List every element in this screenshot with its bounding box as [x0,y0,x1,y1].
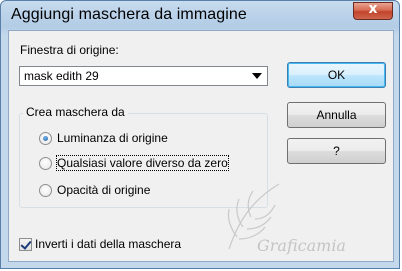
source-window-value: mask edith 29 [24,69,99,83]
radio-source-luminance[interactable]: Luminanza di origine [39,130,168,146]
close-button[interactable]: x [353,1,393,20]
radio-button-checked[interactable] [39,131,52,145]
radio-button[interactable] [39,156,52,170]
watermark-text: Graficamia [257,236,346,255]
radio-button[interactable] [39,183,52,197]
radio-any-nonzero[interactable]: Qualsiasi valore diverso da zero [39,155,229,171]
radio-label-nonzero: Qualsiasi valore diverso da zero [56,155,229,171]
dialog-body: Finestra di origine: mask edith 29 Crea … [8,30,394,262]
source-window-label: Finestra di origine: [20,43,119,57]
invert-mask-checkbox[interactable] [19,237,32,251]
radio-label-opacity: Opacità di origine [57,183,151,197]
cancel-button[interactable]: Annulla [287,102,386,128]
dialog-title: Aggiungi maschera da immagine [11,6,247,23]
radio-label-luminance: Luminanza di origine [57,131,168,145]
chevron-down-icon [252,73,262,79]
dialog-window: Aggiungi maschera da immagine x Finestra… [0,0,400,269]
title-bar[interactable]: Aggiungi maschera da immagine x [1,1,399,30]
source-window-dropdown[interactable]: mask edith 29 [19,66,268,86]
ok-button[interactable]: OK [287,62,386,88]
radio-source-opacity[interactable]: Opacità di origine [39,182,150,198]
help-button[interactable]: ? [287,138,386,164]
invert-mask-label: Inverti i dati della maschera [35,237,182,251]
invert-mask-option[interactable]: Inverti i dati della maschera [19,236,181,252]
close-icon: x [368,1,378,17]
create-mask-from-title: Crea maschera da [23,105,128,119]
